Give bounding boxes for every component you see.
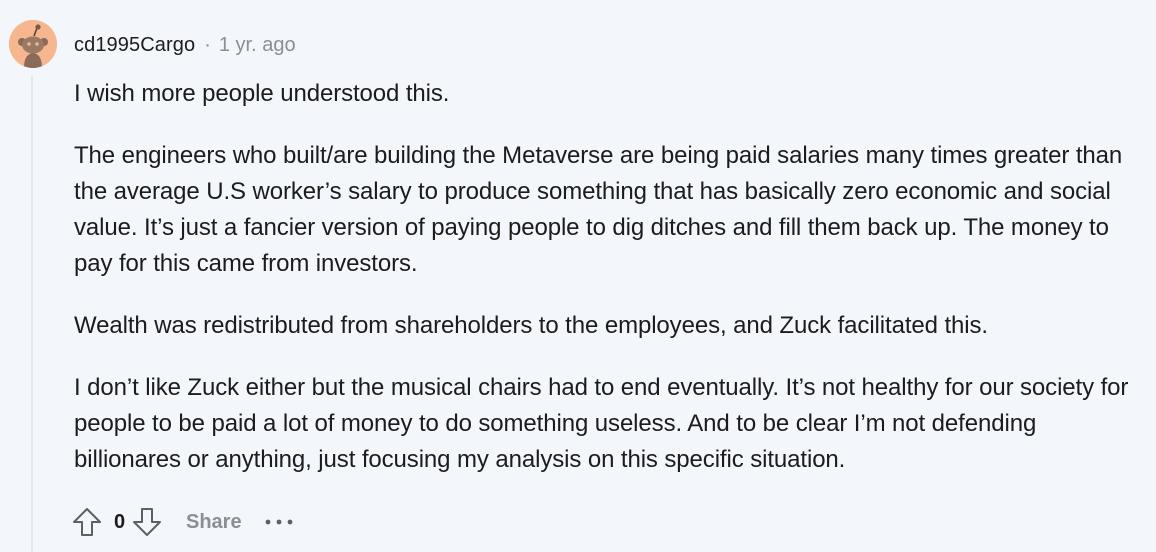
comment-paragraph: The engineers who built/are building the…: [74, 142, 1123, 277]
vote-count: 0: [114, 510, 126, 533]
thread-line[interactable]: [31, 76, 33, 552]
more-options-button[interactable]: [264, 505, 294, 539]
meta-separator: ·: [204, 33, 211, 56]
upvote-button[interactable]: [70, 505, 104, 539]
arrow-up-icon: [73, 508, 101, 536]
comment-header: cd1995Cargo · 1 yr. ago: [74, 32, 296, 58]
comment-actions: 0 Share: [70, 503, 294, 541]
comment-paragraph: I wish more people understood this.: [74, 80, 450, 107]
downvote-button[interactable]: [130, 505, 164, 539]
share-button[interactable]: Share: [186, 511, 242, 534]
more-options-icon: [265, 519, 292, 525]
comment-paragraph: Wealth was redistributed from shareholde…: [74, 312, 988, 339]
comment-paragraph: I don’t like Zuck either but the musical…: [74, 374, 1129, 473]
snoo-avatar-icon: [9, 20, 57, 68]
comment-timestamp[interactable]: 1 yr. ago: [219, 34, 296, 57]
author-username[interactable]: cd1995Cargo: [74, 34, 195, 57]
user-avatar[interactable]: [9, 20, 57, 68]
arrow-down-icon: [133, 508, 161, 536]
comment: cd1995Cargo · 1 yr. ago I wish more peop…: [0, 0, 1156, 552]
comment-body: I wish more people understood this. The …: [74, 76, 1134, 504]
